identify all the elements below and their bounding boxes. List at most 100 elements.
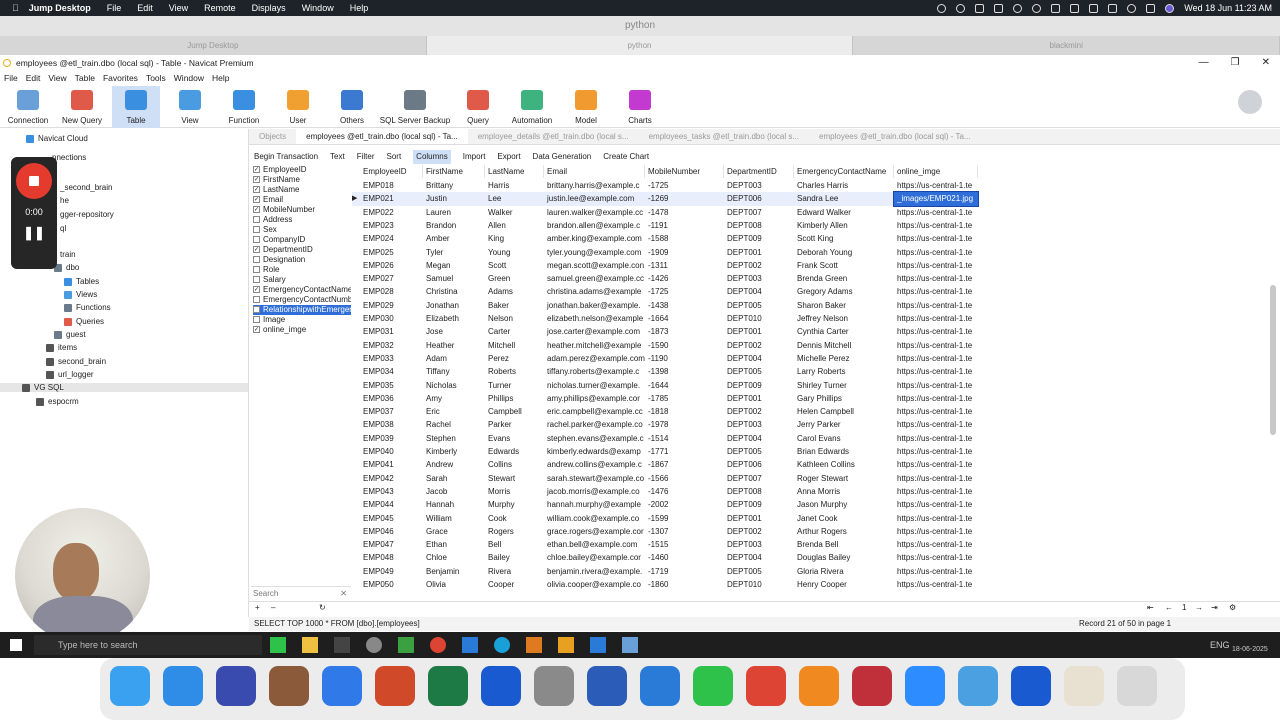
table-cell[interactable]: Bell [485, 538, 544, 551]
tree-item[interactable]: Tables [64, 277, 99, 286]
table-button[interactable]: Table [112, 86, 160, 128]
table-cell[interactable]: EMP035 [360, 379, 423, 392]
table-cell[interactable]: EMP049 [360, 565, 423, 578]
tab-employee-details[interactable]: employee_details @etl_train.dbo (local s… [468, 129, 639, 144]
table-cell[interactable]: Olivia [423, 578, 485, 591]
delete-record-icon[interactable]: – [271, 603, 275, 612]
table-cell[interactable]: sarah.stewart@example.co [544, 472, 645, 485]
table-cell[interactable]: -1978 [645, 418, 724, 431]
app-menu[interactable]: Jump Desktop [29, 3, 91, 13]
table-cell[interactable]: Frank Scott [794, 259, 894, 272]
table-cell[interactable]: DEPT004 [724, 551, 794, 564]
table-cell[interactable]: Jeffrey Nelson [794, 312, 894, 325]
column-header[interactable]: online_imge [894, 165, 978, 178]
table-cell[interactable]: DEPT001 [724, 392, 794, 405]
table-cell[interactable]: Brenda Bell [794, 538, 894, 551]
table-cell[interactable]: amber.king@example.com [544, 232, 645, 245]
table-cell[interactable]: -1725 [645, 179, 724, 192]
table-row[interactable]: EMP042 Sarah Stewart sarah.stewart@example.… [352, 472, 978, 485]
table-cell[interactable]: amy.phillips@example.cor [544, 392, 645, 405]
table-cell[interactable]: EMP027 [360, 272, 423, 285]
checkbox-icon[interactable] [253, 276, 260, 284]
edge-taskbar-icon[interactable] [494, 637, 510, 653]
table-cell[interactable]: Jacob [423, 485, 485, 498]
columns-button[interactable]: Columns [413, 150, 451, 164]
table-cell[interactable]: EMP031 [360, 325, 423, 338]
table-cell[interactable]: DEPT010 [724, 312, 794, 325]
tree-item[interactable]: dbo [54, 263, 79, 272]
table-cell[interactable]: brandon.allen@example.c [544, 219, 645, 232]
table-cell[interactable]: -1860 [645, 578, 724, 591]
table-cell[interactable]: heather.mitchell@example [544, 339, 645, 352]
table-cell[interactable]: https://us-central-1.te [894, 432, 978, 445]
table-cell[interactable]: Gloria Rivera [794, 565, 894, 578]
table-cell[interactable]: Stewart [485, 472, 544, 485]
table-cell[interactable]: EMP032 [360, 339, 423, 352]
table-row[interactable]: EMP026 Megan Scott megan.scott@example.con -… [352, 259, 978, 272]
table-cell[interactable]: https://us-central-1.te [894, 551, 978, 564]
tree-item[interactable]: ql [56, 224, 66, 233]
column-toggle[interactable]: Salary [253, 275, 351, 285]
table-cell[interactable]: EMP041 [360, 458, 423, 471]
apple-icon[interactable]:  [12, 3, 19, 13]
navicat-icon[interactable] [693, 666, 733, 706]
table-cell[interactable]: Carter [485, 325, 544, 338]
mendeley-icon[interactable] [852, 666, 892, 706]
books-icon[interactable] [799, 666, 839, 706]
table-cell[interactable]: https://us-central-1.te [894, 472, 978, 485]
table-cell[interactable]: Roberts [485, 365, 544, 378]
table-row[interactable]: EMP028 Christina Adams christina.adams@exam… [352, 285, 978, 298]
column-toggle[interactable]: ✓ MobileNumber [253, 205, 351, 215]
table-cell[interactable]: Christina [423, 285, 485, 298]
table-cell[interactable]: Helen Campbell [794, 405, 894, 418]
table-cell[interactable]: christina.adams@example [544, 285, 645, 298]
terminal-taskbar-icon[interactable] [334, 637, 350, 653]
table-cell[interactable]: Morris [485, 485, 544, 498]
table-cell[interactable]: DEPT005 [724, 565, 794, 578]
pause-button[interactable]: ❚❚ [11, 225, 57, 241]
checkbox-icon[interactable]: ✓ [253, 176, 260, 184]
table-cell[interactable]: Brian Edwards [794, 445, 894, 458]
table-cell[interactable]: DEPT009 [724, 379, 794, 392]
data-generation-button[interactable]: Data Generation [533, 150, 592, 164]
password2-icon[interactable] [1011, 666, 1051, 706]
table-cell[interactable]: https://us-central-1.te [894, 565, 978, 578]
table-cell[interactable]: Edwards [485, 445, 544, 458]
table-cell[interactable]: ethan.bell@example.com [544, 538, 645, 551]
function-button[interactable]: Function [220, 86, 268, 128]
first-page-icon[interactable]: ⇤ [1147, 603, 1154, 612]
table-cell[interactable]: chloe.bailey@example.cor [544, 551, 645, 564]
table-cell[interactable]: jose.carter@example.com [544, 325, 645, 338]
table-row[interactable]: EMP050 Olivia Cooper olivia.cooper@example.… [352, 578, 978, 591]
table-cell[interactable]: Benjamin [423, 565, 485, 578]
table-cell[interactable]: Scott [485, 259, 544, 272]
table-cell[interactable]: stephen.evans@example.c [544, 432, 645, 445]
table-cell[interactable]: EMP042 [360, 472, 423, 485]
bbedit-icon[interactable] [216, 666, 256, 706]
zoom-icon[interactable] [905, 666, 945, 706]
table-row[interactable]: EMP030 Elizabeth Nelson elizabeth.nelson@ex… [352, 312, 978, 325]
column-header[interactable]: DepartmentID [724, 165, 794, 178]
table-cell[interactable]: andrew.collins@example.c [544, 458, 645, 471]
tree-item[interactable]: espocrm [36, 397, 79, 406]
mac-menu-remote[interactable]: Remote [204, 3, 236, 13]
table-row[interactable]: EMP046 Grace Rogers grace.rogers@example.co… [352, 525, 978, 538]
tree-item[interactable]: Functions [64, 303, 111, 312]
table-row[interactable]: ▶ EMP021 Justin Lee justin.lee@example.com -1… [352, 191, 979, 207]
table-cell[interactable]: Elizabeth [423, 312, 485, 325]
tree-item[interactable]: items [46, 343, 77, 352]
mac-menu-window[interactable]: Window [302, 3, 334, 13]
table-cell[interactable]: william.cook@example.co [544, 512, 645, 525]
sql-server-backup-button[interactable]: SQL Server Backup [380, 86, 450, 128]
table-cell[interactable]: Michelle Perez [794, 352, 894, 365]
table-cell[interactable]: EMP025 [360, 246, 423, 259]
table-cell[interactable]: https://us-central-1.te [894, 179, 978, 192]
table-cell[interactable]: -1590 [645, 339, 724, 352]
table-cell[interactable]: EMP047 [360, 538, 423, 551]
refresh-icon[interactable]: ↻ [319, 603, 326, 612]
table-cell[interactable]: Henry Cooper [794, 578, 894, 591]
table-cell[interactable]: https://us-central-1.te [894, 246, 978, 259]
checkbox-icon[interactable]: ✓ [253, 196, 260, 204]
table-cell[interactable]: https://us-central-1.te [894, 405, 978, 418]
column-toggle[interactable]: EmergencyContactNumb [253, 295, 351, 305]
